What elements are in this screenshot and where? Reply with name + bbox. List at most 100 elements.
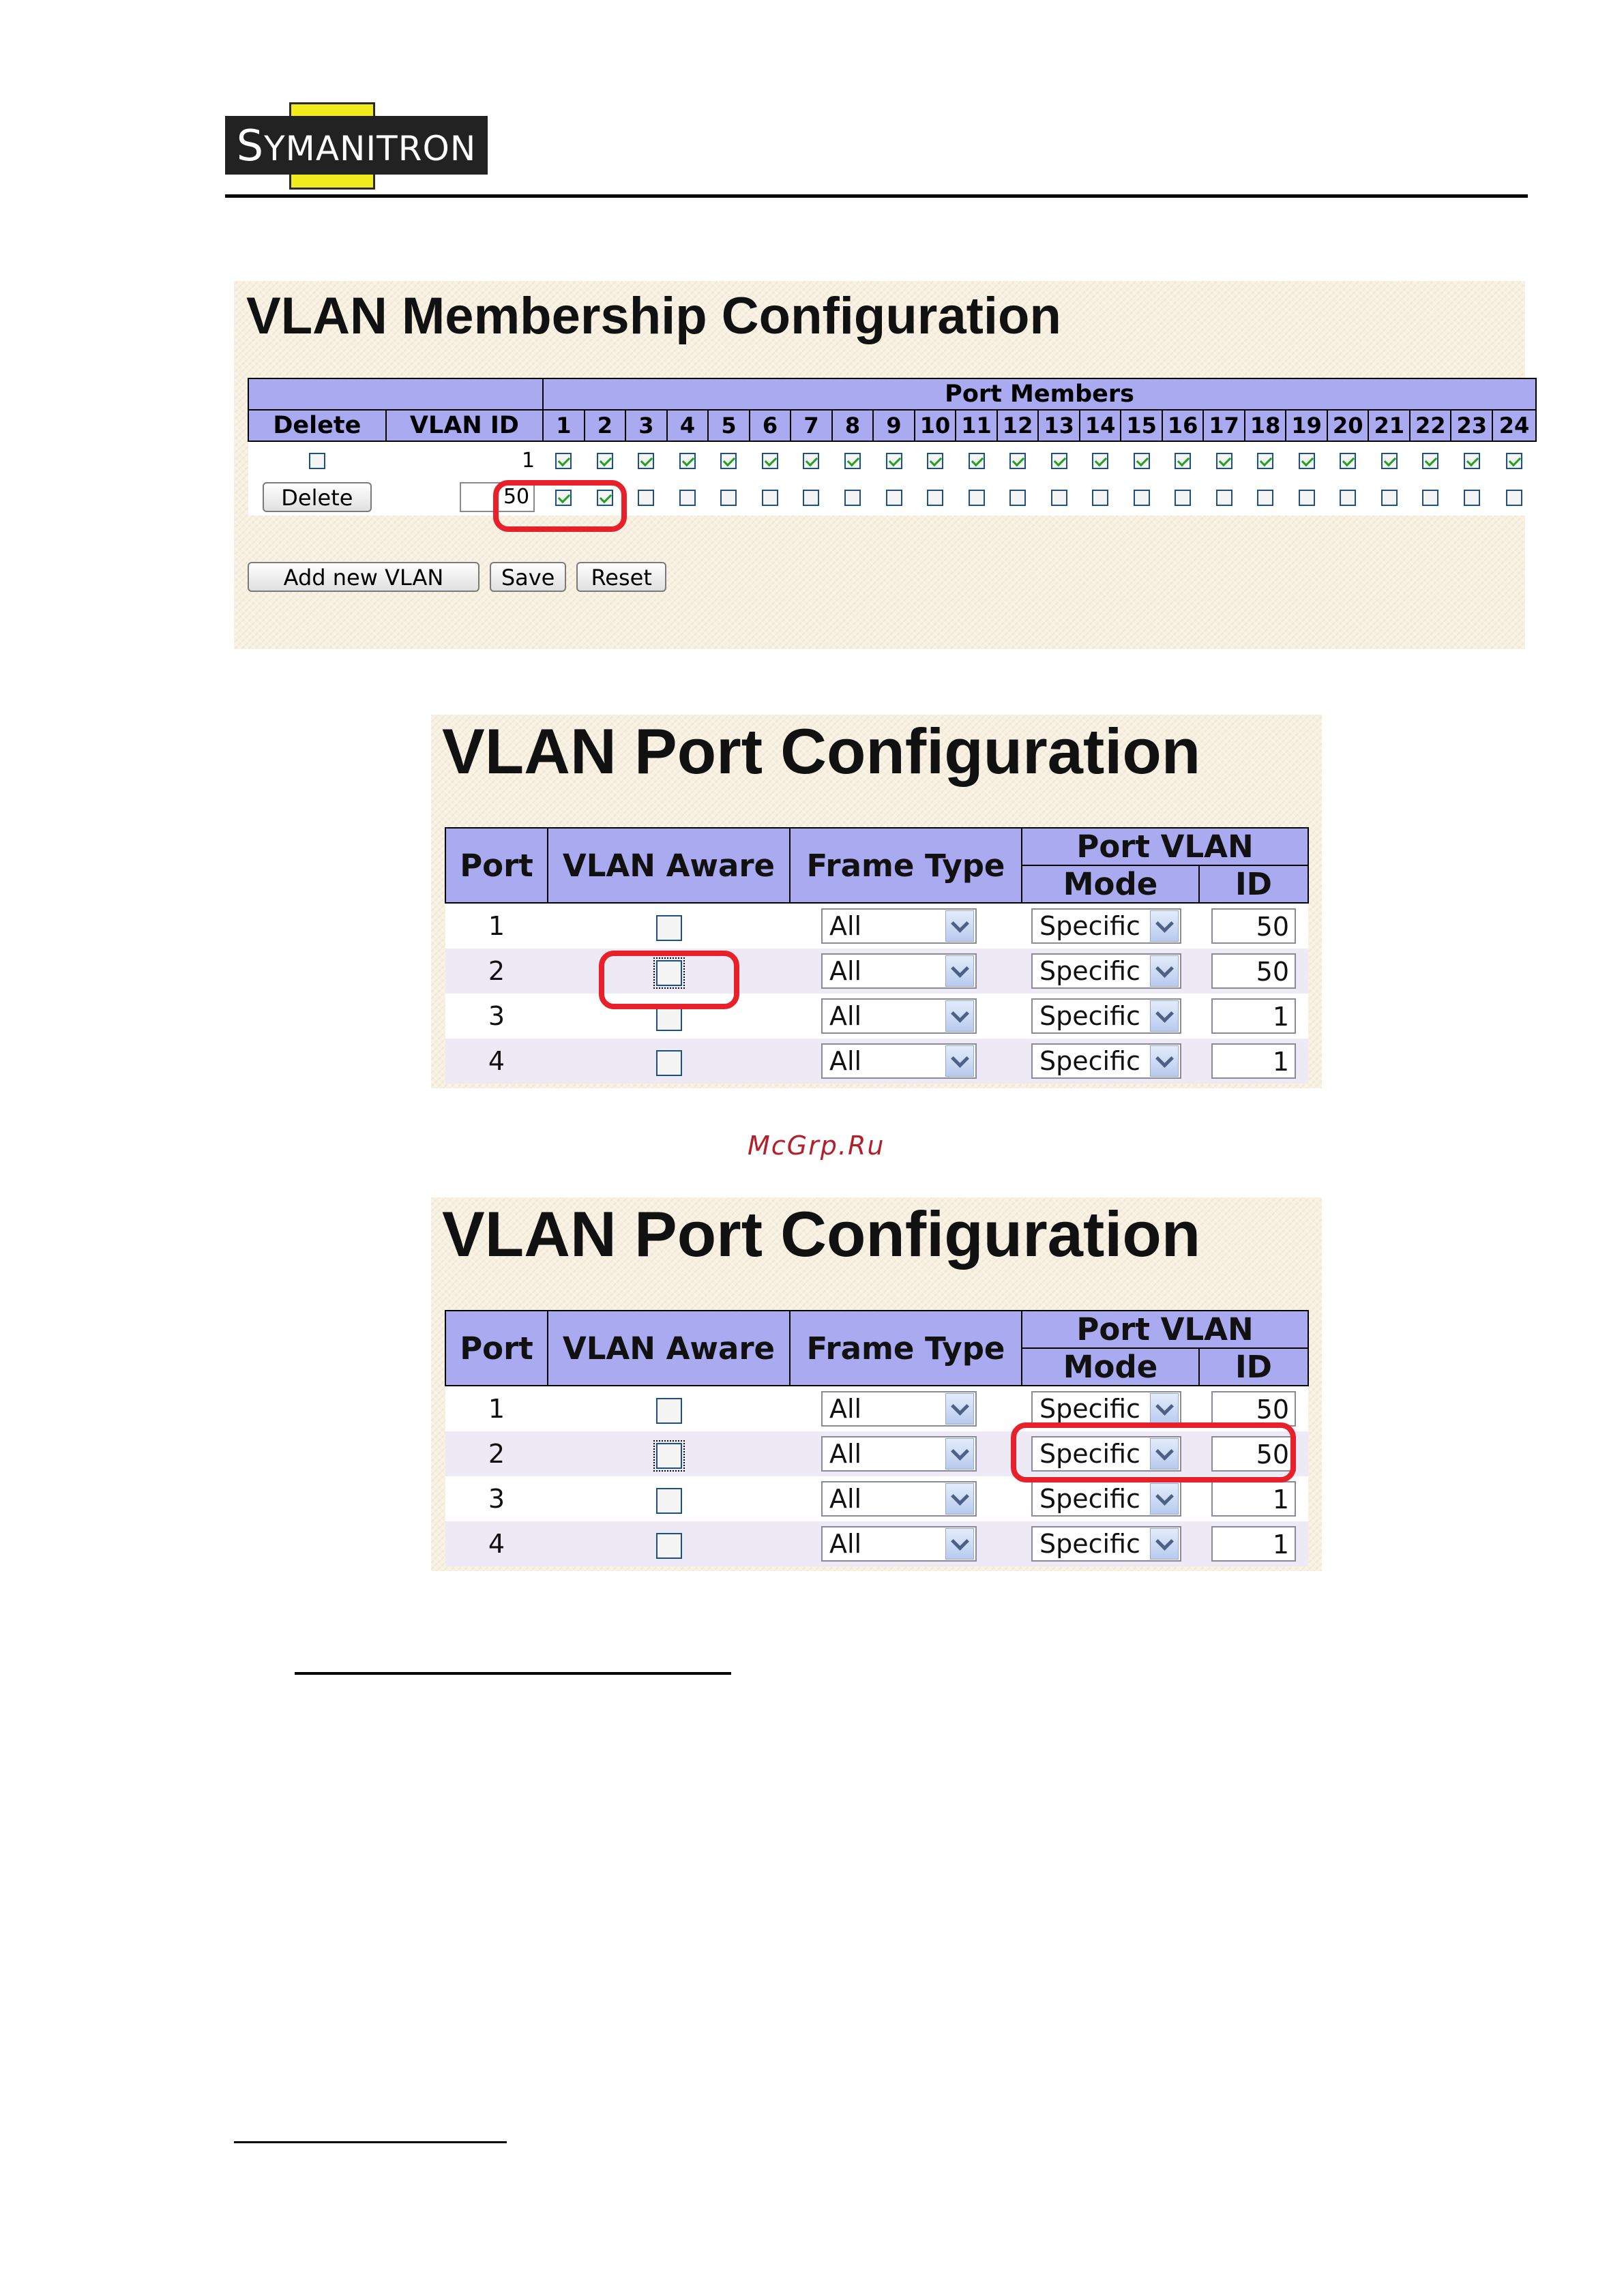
membership-actions: Add new VLAN Save Reset [248,562,667,592]
port-member-checkbox[interactable] [1422,453,1439,469]
port-number-header: 23 [1450,409,1493,442]
port-member-checkbox[interactable] [1257,453,1274,469]
port-member-cell [1409,479,1451,516]
frame-type-select[interactable]: All [821,1526,977,1562]
port-number-header: 5 [707,409,750,442]
port-member-cell [1162,479,1204,516]
port-member-checkbox[interactable] [1009,453,1027,469]
port-member-checkbox[interactable] [1133,453,1150,469]
delete-button[interactable]: Delete [262,482,372,512]
frame-type-select[interactable]: All [821,953,977,989]
mode-select[interactable]: Specific [1031,1043,1181,1079]
port-cell: 3 [445,994,548,1039]
port-member-checkbox[interactable] [968,490,985,506]
port-member-checkbox[interactable] [1506,490,1522,506]
mode-select[interactable]: Specific [1031,1391,1181,1427]
port-member-checkbox[interactable] [844,490,861,506]
port-member-checkbox[interactable] [803,453,820,469]
port-member-checkbox[interactable] [761,490,778,506]
port-member-checkbox[interactable] [679,490,696,506]
port-member-checkbox[interactable] [596,453,613,469]
frame-type-select[interactable]: All [821,1043,977,1079]
port-member-checkbox[interactable] [927,453,944,469]
delete-checkbox[interactable] [308,453,325,469]
chevron-down-icon [945,1438,974,1470]
port-member-checkbox[interactable] [638,490,655,506]
port-member-checkbox[interactable] [1381,490,1398,506]
port-member-checkbox[interactable] [720,490,737,506]
port-member-checkbox[interactable] [968,453,985,469]
mode-select[interactable]: Specific [1031,1526,1181,1562]
port-member-checkbox[interactable] [1133,490,1150,506]
port-member-cell [873,479,915,516]
port-member-cell [708,479,750,516]
port-member-checkbox[interactable] [1381,453,1398,469]
port-member-checkbox[interactable] [1092,490,1109,506]
vlan-aware-checkbox[interactable] [653,1440,685,1472]
port-member-checkbox[interactable] [803,490,820,506]
port-member-checkbox[interactable] [1463,453,1480,469]
port-member-checkbox[interactable] [555,453,572,469]
port-member-cell [625,441,667,479]
membership-table: Port Members Delete VLAN ID 1 2 3 4 5 6 7 8 9 10 1… [247,378,1537,516]
port-member-checkbox[interactable] [1298,453,1315,469]
port-member-checkbox[interactable] [679,453,696,469]
frame-type-select[interactable]: All [821,1481,977,1517]
pvid-input[interactable]: 50 [1211,908,1296,944]
port-member-checkbox[interactable] [885,490,902,506]
pvid-input[interactable]: 50 [1211,953,1296,989]
port-member-checkbox[interactable] [1092,453,1109,469]
save-button[interactable]: Save [490,562,567,592]
port-config-table-1: Port VLAN Aware Frame Type Port VLAN Mod… [445,827,1309,1084]
port-member-cell [708,441,750,479]
port-member-checkbox[interactable] [1298,490,1315,506]
port-member-checkbox[interactable] [720,453,737,469]
port-member-checkbox[interactable] [1422,490,1439,506]
port-member-checkbox[interactable] [1009,490,1027,506]
port-member-checkbox[interactable] [1463,490,1480,506]
port-number-header: 6 [748,409,792,442]
mode-select[interactable]: Specific [1031,998,1181,1034]
port-member-checkbox[interactable] [638,453,655,469]
mode-select[interactable]: Specific [1031,953,1181,989]
frame-type-select[interactable]: All [821,1436,977,1472]
vlan-aware-checkbox[interactable] [655,1487,682,1514]
vlan-aware-checkbox[interactable] [655,1532,682,1559]
port-member-checkbox[interactable] [1257,490,1274,506]
vlan-aware-checkbox[interactable] [655,1397,682,1424]
mode-select[interactable]: Specific [1031,908,1181,944]
port-member-checkbox[interactable] [844,453,861,469]
pvid-input[interactable]: 50 [1211,1391,1296,1427]
add-new-vlan-button[interactable]: Add new VLAN [248,562,479,592]
pvid-input[interactable]: 1 [1211,998,1296,1034]
port-member-checkbox[interactable] [1050,453,1067,469]
frame-type-select[interactable]: All [821,908,977,944]
port-member-checkbox[interactable] [1175,490,1192,506]
port-member-checkbox[interactable] [1506,453,1522,469]
reset-button[interactable]: Reset [576,562,667,592]
port-member-checkbox[interactable] [1340,490,1357,506]
id-cell: 1 [1199,1039,1308,1084]
pvid-input[interactable]: 1 [1211,1526,1296,1562]
port-member-checkbox[interactable] [1215,453,1232,469]
table-row: 3 All Specific 1 [445,994,1308,1039]
pvid-input[interactable]: 1 [1211,1043,1296,1079]
port-member-checkbox[interactable] [1340,453,1357,469]
mode-select[interactable]: Specific [1031,1481,1181,1517]
port-member-checkbox[interactable] [1175,453,1192,469]
port-member-checkbox[interactable] [885,453,902,469]
vlan-id-value: 1 [522,448,535,473]
port-member-checkbox[interactable] [1215,490,1232,506]
frame-type-select[interactable]: All [821,998,977,1034]
port-member-checkbox[interactable] [927,490,944,506]
port-member-checkbox[interactable] [1050,490,1067,506]
mode-value: Specific [1039,1046,1140,1076]
frame-type-select[interactable]: All [821,1391,977,1427]
vlan-port-config-panel-2: VLAN Port Configuration Port VLAN Aware … [431,1197,1322,1571]
port-cell: 2 [445,949,548,994]
frame-type-cell: All [790,949,1022,994]
vlan-aware-checkbox[interactable] [655,914,682,941]
pvid-input[interactable]: 1 [1211,1481,1296,1517]
port-member-checkbox[interactable] [761,453,778,469]
vlan-aware-checkbox[interactable] [655,1049,682,1076]
